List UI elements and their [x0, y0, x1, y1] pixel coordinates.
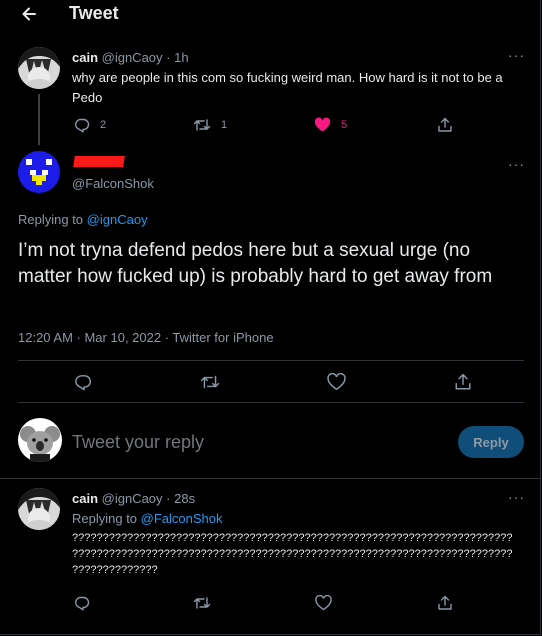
- reply-author: cain @ignCaoy · 28s: [72, 491, 195, 506]
- parent-author: cain @ignCaoy · 1h: [72, 50, 189, 65]
- author-name[interactable]: cain: [72, 50, 98, 65]
- main-author-handle[interactable]: @FalconShok: [72, 176, 154, 191]
- share-action[interactable]: [454, 373, 472, 391]
- avatar-falconshok[interactable]: [18, 151, 60, 193]
- tweet-time[interactable]: · 28s: [166, 491, 195, 506]
- heart-icon: [315, 595, 332, 611]
- share-action[interactable]: [437, 117, 453, 133]
- share-icon: [438, 595, 452, 610]
- author-handle[interactable]: @ignCaoy: [102, 50, 163, 65]
- avatar-current-user[interactable]: [18, 418, 62, 462]
- divider: [0, 478, 540, 479]
- like-action[interactable]: [315, 595, 332, 611]
- heart-filled-icon: [314, 117, 331, 132]
- main-tweet-text: I’m not tryna defend pedos here but a se…: [18, 240, 493, 287]
- reply-button[interactable]: Reply: [458, 426, 524, 458]
- avatar-cain[interactable]: [18, 47, 60, 89]
- author-handle[interactable]: @ignCaoy: [102, 491, 163, 506]
- retweet-icon: [193, 597, 211, 609]
- more-options-icon[interactable]: ···: [508, 47, 525, 63]
- reply-icon: [75, 375, 91, 391]
- share-icon: [455, 373, 471, 390]
- reply-action[interactable]: 2: [74, 117, 106, 133]
- retweet-action[interactable]: [193, 595, 211, 611]
- reply-text-line: ????????????????????????????????????????…: [72, 548, 513, 560]
- back-arrow-icon[interactable]: [18, 3, 40, 25]
- tweet-thread-panel: Tweet cain @ignCaoy · 1h ··· why are peo…: [0, 0, 541, 635]
- retweet-action[interactable]: 1: [193, 117, 227, 133]
- reply-text-line: ????????????????????????????????????????…: [72, 532, 513, 544]
- share-icon: [438, 117, 452, 132]
- tweet-time[interactable]: · 1h: [166, 50, 188, 65]
- more-options-icon[interactable]: ···: [508, 489, 525, 505]
- reply-input[interactable]: Tweet your reply: [72, 432, 204, 453]
- replying-to-label: Replying to: [72, 511, 138, 526]
- avatar-cain[interactable]: [18, 488, 60, 530]
- tweet-timestamp[interactable]: 12:20 AM · Mar 10, 2022 · Twitter for iP…: [18, 330, 274, 345]
- retweet-count: 1: [221, 119, 228, 131]
- replying-to-line: Replying to @ignCaoy: [18, 212, 148, 227]
- page-title: Tweet: [69, 3, 119, 23]
- retweet-icon: [200, 375, 220, 389]
- reply-action[interactable]: [74, 595, 90, 611]
- like-action[interactable]: 5: [314, 117, 347, 133]
- replying-to-line: Replying to @FalconShok: [72, 511, 223, 526]
- reply-tweet-text: ????????????????????????????????????????…: [72, 530, 534, 578]
- author-name[interactable]: cain: [72, 491, 98, 506]
- replying-to-link[interactable]: @FalconShok: [141, 511, 223, 526]
- like-count: 5: [341, 119, 348, 131]
- replying-to-label: Replying to: [18, 212, 84, 227]
- more-options-icon[interactable]: ···: [508, 156, 525, 172]
- heart-icon: [327, 373, 346, 391]
- reply-count: 2: [100, 119, 107, 131]
- thread-line: [38, 94, 40, 145]
- share-action[interactable]: [437, 595, 453, 611]
- divider: [18, 402, 524, 403]
- redacted-name-mark: [73, 156, 125, 167]
- retweet-icon: [193, 119, 211, 131]
- like-action[interactable]: [327, 373, 346, 391]
- divider: [18, 360, 524, 361]
- reply-text-line: ??????????????: [72, 564, 158, 576]
- reply-action[interactable]: [74, 373, 92, 391]
- parent-tweet-text: why are people in this com so fucking we…: [72, 70, 503, 105]
- replying-to-link[interactable]: @ignCaoy: [87, 212, 148, 227]
- reply-icon: [75, 118, 90, 133]
- header: Tweet: [0, 0, 540, 28]
- retweet-action[interactable]: [200, 373, 220, 391]
- reply-icon: [75, 596, 90, 611]
